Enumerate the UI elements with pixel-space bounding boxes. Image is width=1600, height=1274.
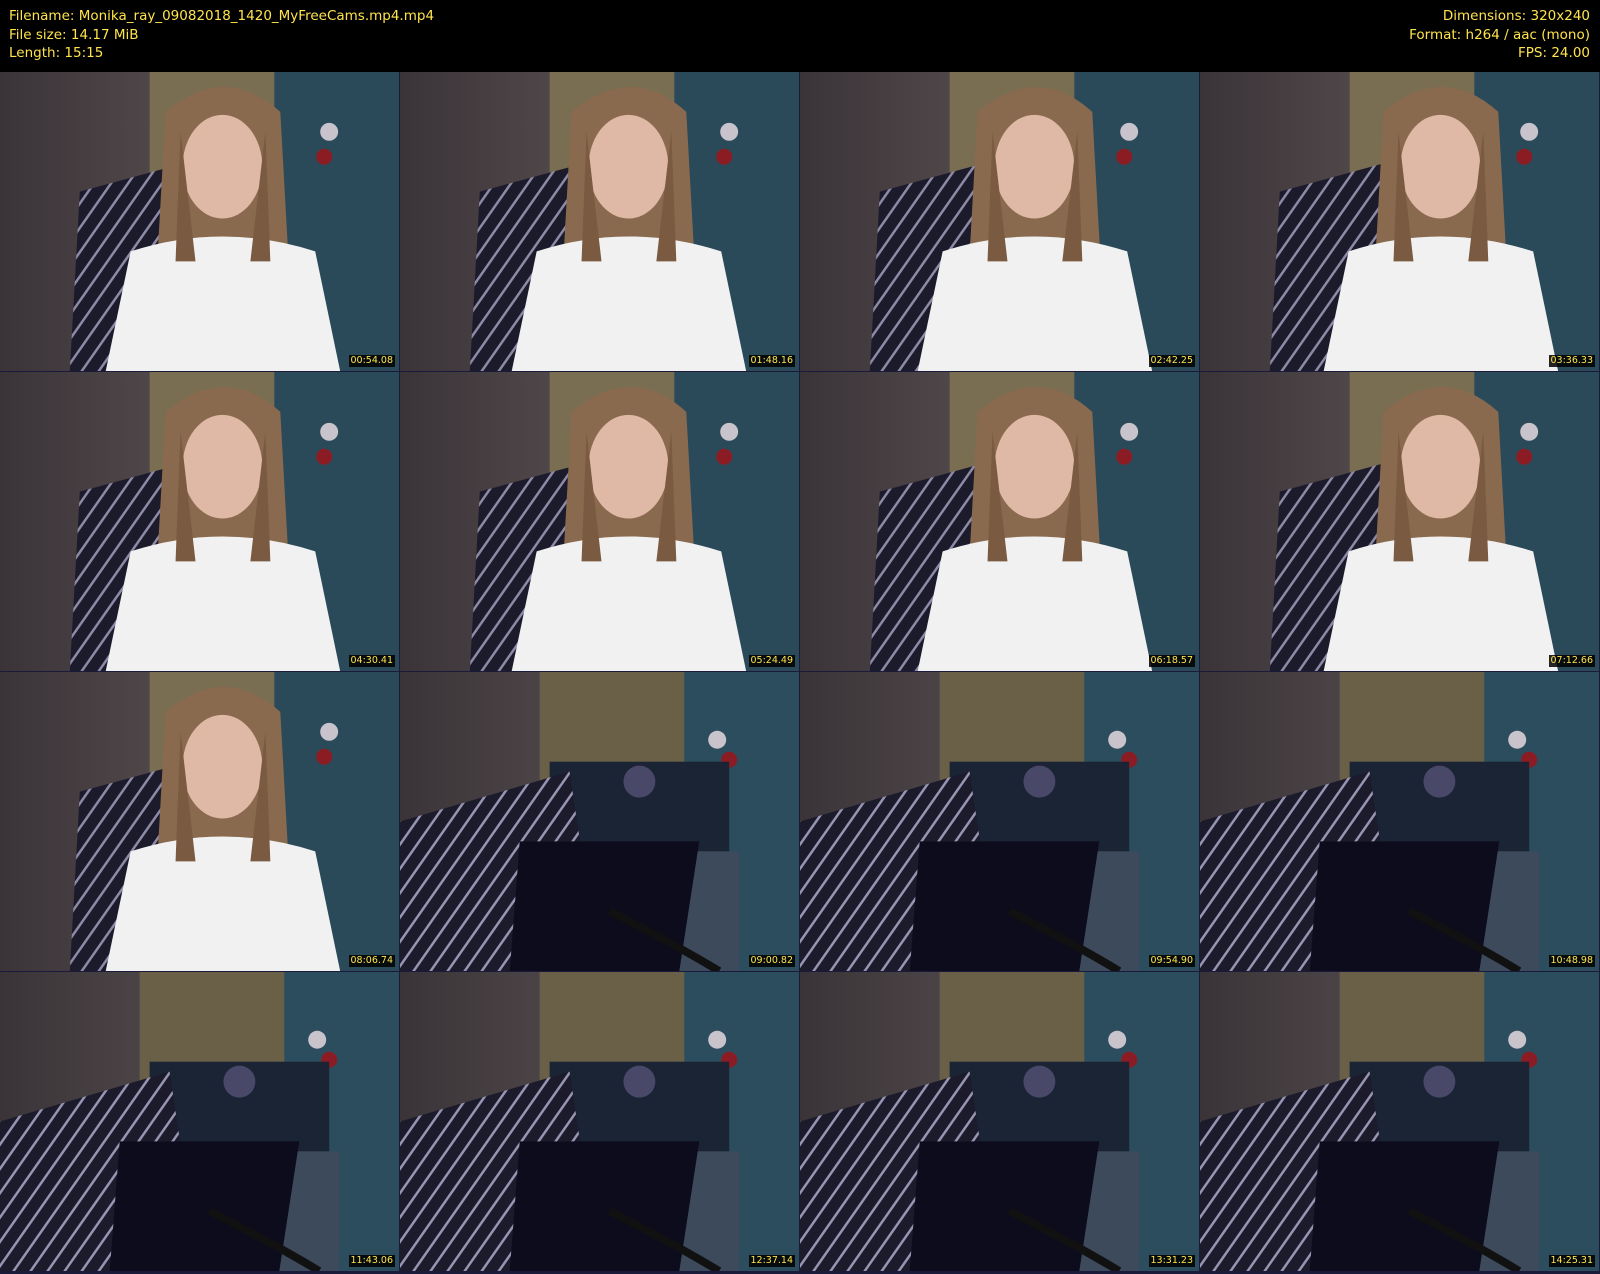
filename-text: Filename: Monika_ray_09082018_1420_MyFre… <box>9 8 435 24</box>
frame-timestamp: 02:42.25 <box>1148 355 1195 367</box>
thumbnail-frame: 13:31.23 <box>800 972 1199 1271</box>
thumbnail-frame: 08:06.74 <box>0 672 399 971</box>
thumbnail-frame: 03:36.33 <box>1200 72 1599 371</box>
frame-timestamp: 10:48.98 <box>1548 955 1595 967</box>
video-frame-person <box>1200 372 1599 671</box>
thumbnail-frame: 05:24.49 <box>400 372 799 671</box>
video-frame-person <box>0 672 399 971</box>
dimensions-text: Dimensions: 320x240 <box>1442 8 1590 24</box>
frame-timestamp: 08:06.74 <box>348 955 395 967</box>
frame-timestamp: 09:54.90 <box>1148 955 1195 967</box>
info-header: Filename: Monika_ray_09082018_1420_MyFre… <box>0 0 1600 72</box>
thumbnail-frame: 06:18.57 <box>800 372 1199 671</box>
filesize-text: File size: 14.17 MiB <box>9 26 139 43</box>
video-frame-empty-room <box>800 972 1199 1271</box>
thumbnail-frame: 00:54.08 <box>0 72 399 371</box>
video-frame-person <box>800 372 1199 671</box>
frame-timestamp: 03:36.33 <box>1548 355 1595 367</box>
video-frame-person <box>400 72 799 371</box>
video-frame-person <box>400 372 799 671</box>
frame-timestamp: 00:54.08 <box>348 355 395 367</box>
fps-text: FPS: 24.00 <box>1518 45 1590 61</box>
thumbnail-frame: 14:25.31 <box>1200 972 1599 1271</box>
frame-timestamp: 06:18.57 <box>1148 655 1195 667</box>
video-frame-person <box>800 72 1199 371</box>
length-text: Length: 15:15 <box>9 45 104 61</box>
frame-timestamp: 11:43.06 <box>348 1255 395 1267</box>
video-frame-person <box>0 372 399 671</box>
thumbnail-frame: 11:43.06 <box>0 972 399 1271</box>
video-frame-empty-room <box>400 672 799 971</box>
thumbnail-frame: 12:37.14 <box>400 972 799 1271</box>
video-frame-empty-room <box>1200 972 1599 1271</box>
frame-timestamp: 14:25.31 <box>1548 1255 1595 1267</box>
video-frame-empty-room <box>800 672 1199 971</box>
video-frame-person <box>1200 72 1599 371</box>
video-frame-empty-room <box>0 972 399 1271</box>
frame-timestamp: 07:12.66 <box>1548 655 1595 667</box>
thumbnail-grid: 00:54.08 01:48.16 02:42.25 03:36.33 04:30.41… <box>0 72 1600 1274</box>
thumbnail-frame: 02:42.25 <box>800 72 1199 371</box>
frame-timestamp: 05:24.49 <box>748 655 795 667</box>
thumbnail-frame: 01:48.16 <box>400 72 799 371</box>
frame-timestamp: 13:31.23 <box>1148 1255 1195 1267</box>
frame-timestamp: 04:30.41 <box>348 655 395 667</box>
frame-timestamp: 12:37.14 <box>748 1255 795 1267</box>
thumbnail-frame: 09:54.90 <box>800 672 1199 971</box>
file-info: Filename: Monika_ray_09082018_1420_MyFre… <box>9 7 434 63</box>
frame-timestamp: 09:00.82 <box>748 955 795 967</box>
thumbnail-frame: 10:48.98 <box>1200 672 1599 971</box>
video-frame-empty-room <box>1200 672 1599 971</box>
video-frame-empty-room <box>400 972 799 1271</box>
thumbnail-frame: 04:30.41 <box>0 372 399 671</box>
stream-info: Dimensions: 320x240 Format: h264 / aac (… <box>1409 7 1590 63</box>
thumbnail-frame: 07:12.66 <box>1200 372 1599 671</box>
thumbnail-frame: 09:00.82 <box>400 672 799 971</box>
frame-timestamp: 01:48.16 <box>748 355 795 367</box>
format-text: Format: h264 / aac (mono) <box>1409 26 1590 43</box>
video-frame-person <box>0 72 399 371</box>
